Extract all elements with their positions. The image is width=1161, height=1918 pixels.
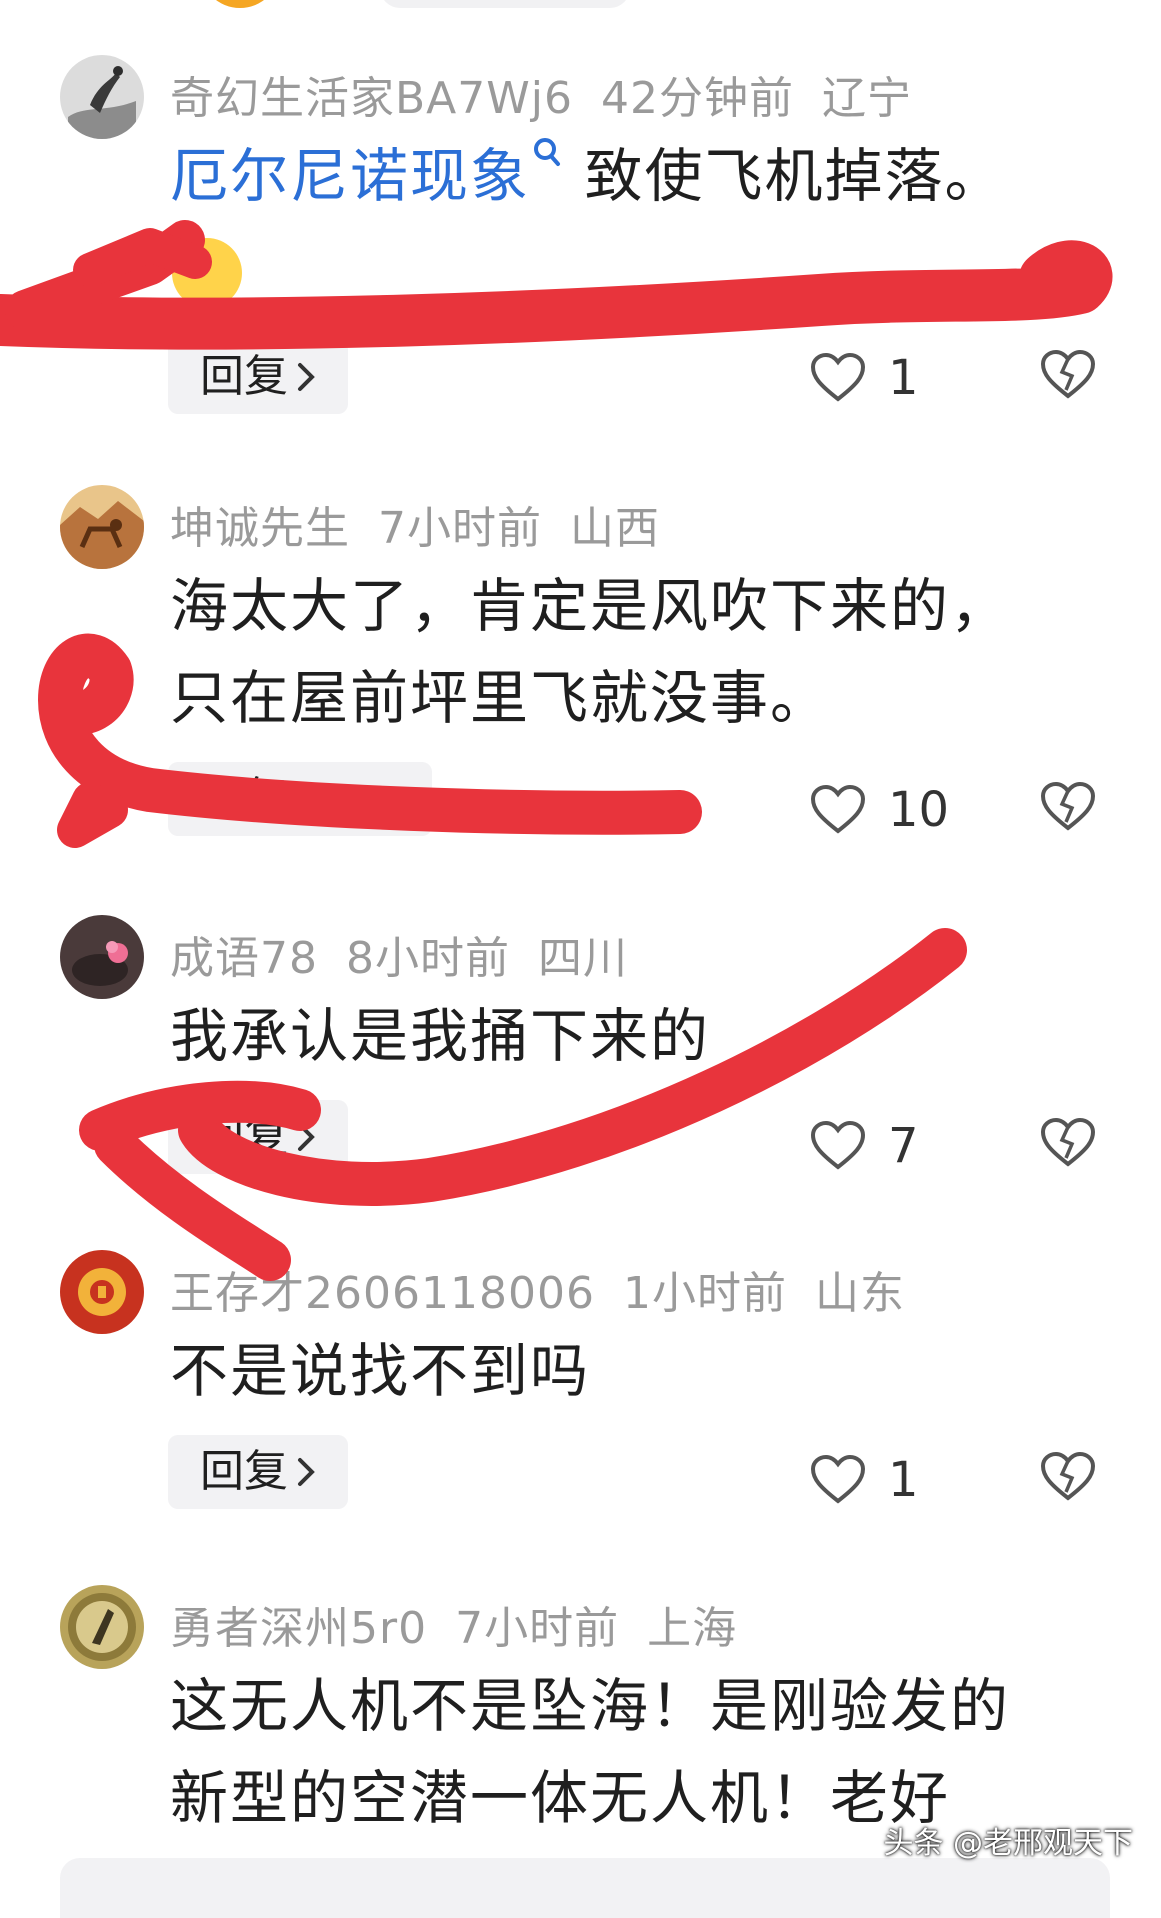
avatar[interactable] (60, 915, 144, 999)
dislike-button[interactable] (1040, 781, 1096, 836)
chevron-right-icon (298, 1123, 315, 1151)
broken-heart-icon (1040, 1451, 1096, 1501)
annotation-stroke (5, 220, 205, 330)
comment-text-line: 新型的空潜一体无人机！老好 (170, 1764, 951, 1832)
reply-expand-bar[interactable] (60, 1858, 1110, 1918)
avatar[interactable] (60, 1250, 144, 1334)
reply-button[interactable]: 回复 (168, 762, 432, 836)
comment-text-line: 海太大了，肯定是风吹下来的， (170, 572, 1011, 640)
dislike-button[interactable] (1040, 349, 1096, 404)
dislike-button[interactable] (1040, 1117, 1096, 1172)
avatar[interactable] (60, 485, 144, 569)
chevron-right-icon (298, 1458, 315, 1486)
username[interactable]: 奇幻生活家BA7Wj6 (170, 73, 573, 124)
annotation-stroke (57, 782, 128, 848)
comment-meta: 坤诚先生 7小时前 山西 (170, 492, 688, 556)
username[interactable]: 王存才2606118006 (170, 1268, 595, 1319)
like-count: 1 (888, 1452, 919, 1508)
username[interactable]: 成语78 (170, 933, 318, 984)
reply-label: 回复 (200, 351, 288, 402)
heart-outline-icon (810, 1121, 866, 1170)
laughing-emoji-icon (172, 238, 242, 308)
location: 四川 (538, 933, 628, 984)
chevron-right-icon (298, 363, 315, 391)
like-count: 10 (888, 782, 950, 838)
timestamp: 7小时前 (378, 503, 542, 554)
reply-label: 回复 (200, 1111, 288, 1162)
reply-label: 回复 (200, 773, 288, 824)
comment-text: 我承认是我捅下来的 (170, 1002, 711, 1070)
like-button[interactable]: 7 (810, 1118, 919, 1174)
heart-outline-icon (810, 353, 866, 402)
avatar[interactable] (60, 1585, 144, 1669)
comment-text: 厄尔尼诺现象 致使飞机掉落。 (170, 130, 1004, 222)
search-mini-icon[interactable] (530, 136, 564, 176)
like-button[interactable]: 1 (810, 350, 919, 406)
heart-outline-icon (810, 1455, 866, 1504)
avatar[interactable] (60, 55, 144, 139)
comment-meta: 奇幻生活家BA7Wj6 42分钟前 辽宁 (170, 62, 940, 126)
watermark: 头条 @老邢观天下 (883, 1826, 1133, 1861)
timestamp: 7小时前 (455, 1603, 620, 1654)
reply-button[interactable]: 回复 (168, 1435, 348, 1509)
comment-text-line: 只在屋前坪里飞就没事。 (170, 664, 831, 732)
heart-outline-icon (810, 785, 866, 834)
comment-meta: 王存才2606118006 1小时前 山东 (170, 1257, 933, 1321)
like-button[interactable]: 10 (810, 782, 949, 838)
comment-text-line: 这无人机不是坠海！是刚验发的 (170, 1672, 1011, 1740)
topic-link[interactable]: 厄尔尼诺现象 (170, 142, 530, 210)
dislike-button[interactable] (1040, 1451, 1096, 1506)
comment-text: 不是说找不到吗 (170, 1337, 591, 1405)
username[interactable]: 勇者深州5r0 (170, 1603, 427, 1654)
reply-label: 回复 (200, 1446, 288, 1497)
location: 山西 (570, 503, 660, 554)
timestamp: 1小时前 (622, 1268, 787, 1319)
top-partial-pill (380, 0, 630, 8)
location: 上海 (647, 1603, 738, 1654)
location: 辽宁 (822, 73, 913, 124)
timestamp: 42分钟前 (601, 73, 795, 124)
timestamp: 8小时前 (346, 933, 510, 984)
reply-button[interactable]: 回复 (168, 1100, 348, 1174)
broken-heart-icon (1040, 1117, 1096, 1167)
top-partial-button (200, 0, 280, 8)
like-count: 7 (888, 1118, 919, 1174)
broken-heart-icon (1040, 349, 1096, 399)
like-button[interactable]: 1 (810, 1452, 919, 1508)
comment-meta: 成语78 8小时前 四川 (170, 922, 656, 986)
like-count: 1 (888, 350, 919, 406)
annotation-stroke (0, 240, 1113, 350)
username[interactable]: 坤诚先生 (170, 503, 350, 554)
location: 山东 (814, 1268, 905, 1319)
comment-meta: 勇者深州5r0 7小时前 上海 (170, 1592, 765, 1656)
broken-heart-icon (1040, 781, 1096, 831)
reply-button[interactable]: 回复 (168, 340, 348, 414)
comment-text-rest: 致使飞机掉落。 (584, 142, 1005, 210)
